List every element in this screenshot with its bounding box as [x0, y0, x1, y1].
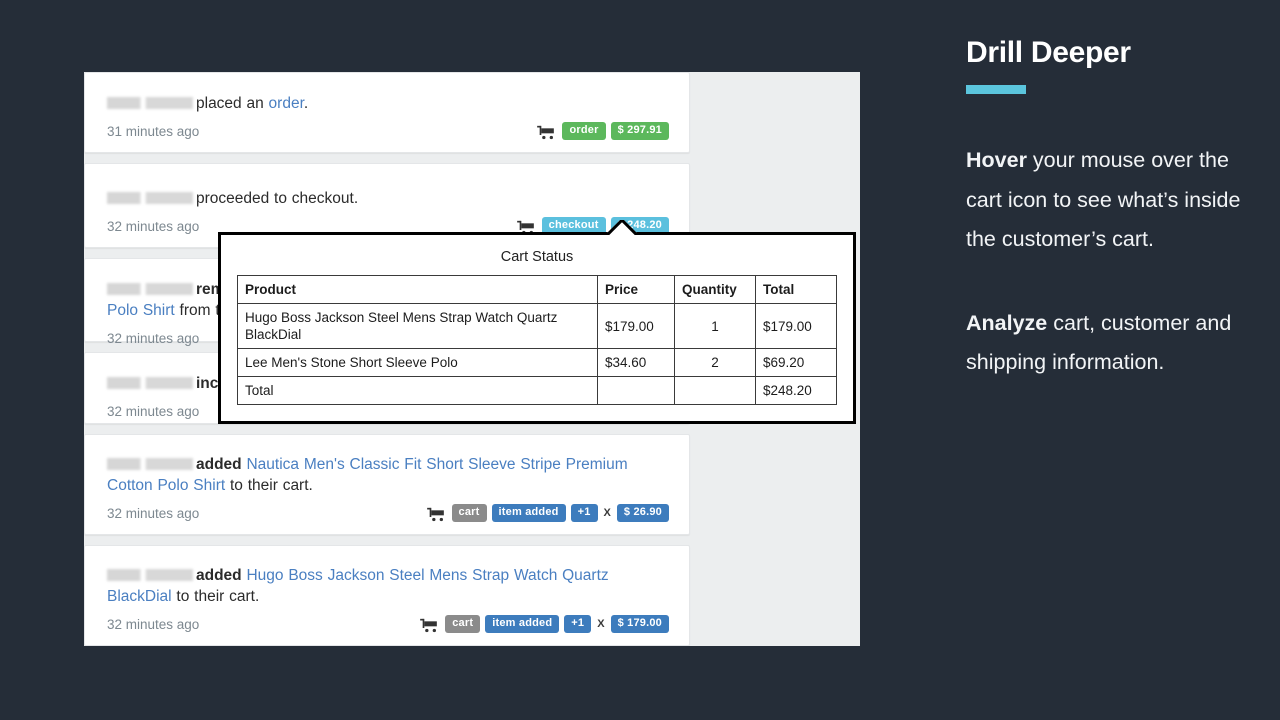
badge-cart[interactable]: cart — [451, 504, 487, 522]
customer-name-redacted — [107, 96, 193, 109]
feed-meta-row: 32 minutes ago cart item added +1 — [107, 502, 669, 524]
badge-group: cart item added +1 X $ 179.00 — [420, 615, 669, 633]
timestamp: 32 minutes ago — [107, 330, 200, 346]
timestamp: 32 minutes ago — [107, 616, 200, 632]
feed-card-item-added-watch[interactable]: added Hugo Boss Jackson Steel Mens Strap… — [84, 545, 690, 646]
timestamp: 31 minutes ago — [107, 123, 200, 139]
customer-name-redacted — [107, 191, 193, 204]
feed-suffix: . — [303, 95, 309, 112]
cell-product: Lee Men's Stone Short Sleeve Polo — [237, 348, 598, 377]
feed-text: added Nautica Men's Classic Fit Short Sl… — [107, 454, 669, 496]
cell-total-price — [597, 376, 675, 405]
feed-meta-row: 32 minutes ago cart item added +1 — [107, 613, 669, 635]
product-link[interactable]: Polo Shirt — [107, 302, 175, 319]
badge-cart[interactable]: cart — [445, 615, 481, 633]
table-header-row: Product Price Quantity Total — [237, 275, 837, 304]
timestamp: 32 minutes ago — [107, 218, 200, 234]
badge-order-type[interactable]: order — [562, 122, 606, 140]
customer-name-redacted — [107, 568, 193, 581]
cell-grand-total: $248.20 — [755, 376, 837, 405]
cell-price: $179.00 — [597, 303, 675, 349]
badge-quantity-delta[interactable]: +1 — [564, 615, 592, 633]
cart-status-tooltip: Cart Status Product Price Quantity Total… — [218, 232, 856, 424]
column-header-product: Product — [237, 275, 598, 304]
cell-total: $69.20 — [755, 348, 837, 377]
cart-icon[interactable] — [537, 125, 555, 140]
feed-meta-row: 31 minutes ago order $ 297.91 — [107, 120, 669, 142]
page-title: Drill Deeper — [966, 36, 1131, 69]
app-screenshot-panel: placed an order. 31 minutes ago order $ … — [84, 72, 860, 646]
customer-name-redacted — [107, 282, 193, 295]
badge-quantity-delta[interactable]: +1 — [570, 504, 598, 522]
explainer-lead-analyze: Analyze — [966, 310, 1048, 335]
table-footer-row: Total $248.20 — [237, 376, 837, 405]
cart-icon[interactable] — [420, 618, 438, 633]
customer-name-redacted — [107, 376, 193, 389]
badge-event[interactable]: item added — [485, 615, 560, 633]
badge-group: cart item added +1 X $ 26.90 — [426, 504, 669, 522]
feed-suffix: to their cart. — [230, 477, 313, 494]
badge-order-amount[interactable]: $ 297.91 — [610, 122, 669, 140]
tooltip-arrow — [607, 220, 637, 235]
badge-group: order $ 297.91 — [537, 122, 669, 140]
column-header-quantity: Quantity — [674, 275, 756, 304]
table-row: Hugo Boss Jackson Steel Mens Strap Watch… — [237, 303, 837, 349]
cell-total-label: Total — [237, 376, 598, 405]
feed-text: placed an order. — [107, 93, 669, 114]
title-underline — [966, 85, 1026, 94]
cell-quantity: 2 — [674, 348, 756, 377]
feed-suffix: to their cart. — [176, 588, 260, 605]
feed-card-item-added-polo[interactable]: added Nautica Men's Classic Fit Short Sl… — [84, 434, 690, 535]
column-header-price: Price — [597, 275, 675, 304]
explainer-panel: Drill Deeper Hover your mouse over the c… — [966, 0, 1246, 720]
cart-status-table: Product Price Quantity Total Hugo Boss J… — [237, 275, 837, 405]
badge-event[interactable]: item added — [491, 504, 566, 522]
explainer-paragraph-analyze: Analyze cart, customer and shipping info… — [966, 304, 1246, 383]
cell-total-quantity — [674, 376, 756, 405]
cell-quantity: 1 — [674, 303, 756, 349]
column-header-total: Total — [755, 275, 837, 304]
timestamp: 32 minutes ago — [107, 403, 200, 419]
feed-verb: added — [196, 456, 242, 473]
badge-amount[interactable]: $ 26.90 — [616, 504, 669, 522]
feed-verb: proceeded to checkout. — [196, 190, 359, 207]
feed-text: proceeded to checkout. — [107, 188, 669, 209]
feed-verb: placed an — [196, 95, 264, 112]
explainer-lead-hover: Hover — [966, 148, 1027, 172]
feed-card-order-placed[interactable]: placed an order. 31 minutes ago order $ … — [84, 72, 690, 153]
tooltip-title: Cart Status — [500, 249, 574, 265]
cell-price: $34.60 — [597, 348, 675, 377]
times-sign: X — [603, 507, 611, 519]
table-row: Lee Men's Stone Short Sleeve Polo $34.60… — [237, 348, 837, 377]
cart-icon[interactable] — [426, 507, 444, 522]
times-sign: X — [597, 618, 605, 630]
feed-text: added Hugo Boss Jackson Steel Mens Strap… — [107, 565, 669, 607]
feed-verb: added — [196, 567, 242, 584]
order-link[interactable]: order — [269, 95, 304, 112]
feed-verb: inc — [196, 375, 219, 392]
cell-total: $179.00 — [755, 303, 837, 349]
feed-suffix: from t — [179, 302, 220, 319]
timestamp: 32 minutes ago — [107, 505, 200, 521]
cell-product: Hugo Boss Jackson Steel Mens Strap Watch… — [237, 303, 598, 349]
customer-name-redacted — [107, 457, 193, 470]
badge-amount[interactable]: $ 179.00 — [610, 615, 669, 633]
explainer-paragraph-hover: Hover your mouse over the cart icon to s… — [966, 141, 1246, 260]
